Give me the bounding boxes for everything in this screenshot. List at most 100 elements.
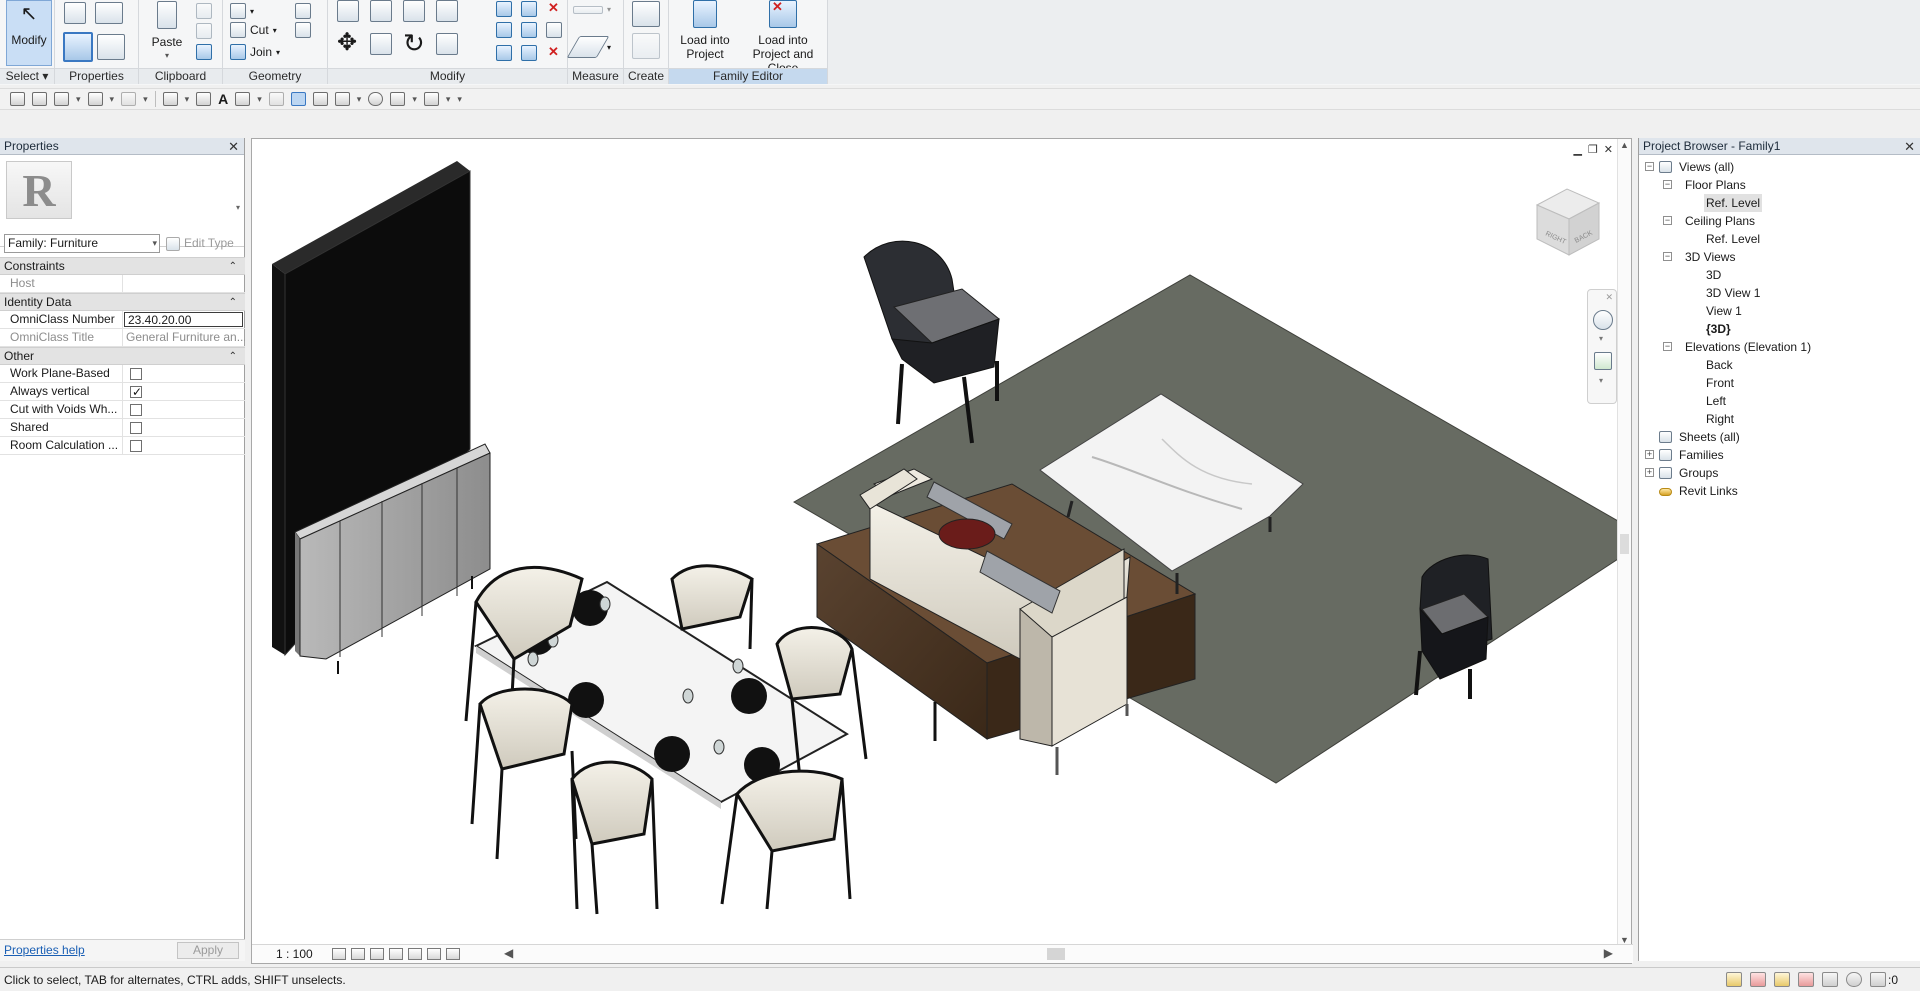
trim-extend-icon[interactable] <box>436 33 458 55</box>
cut-with-voids-checkbox[interactable] <box>130 404 142 416</box>
trim-single-icon[interactable] <box>521 45 537 61</box>
collapse-icon[interactable]: − <box>1663 342 1672 351</box>
select-by-face-icon[interactable] <box>1797 972 1814 987</box>
collapse-icon[interactable]: ⌃ <box>229 258 237 275</box>
hide-icon[interactable] <box>368 92 384 106</box>
collapse-icon[interactable]: ⌃ <box>229 348 237 365</box>
sync-icon[interactable] <box>54 92 69 106</box>
tree-node-groups[interactable]: + Groups <box>1639 464 1920 482</box>
move-icon[interactable]: ✥ <box>337 31 359 55</box>
unpin-icon[interactable] <box>546 0 562 17</box>
trim-multi-icon[interactable] <box>496 45 512 61</box>
group-constraints[interactable]: Constraints ⌃ <box>0 257 245 275</box>
expand-icon[interactable]: + <box>1645 468 1654 477</box>
family-filter-select[interactable]: Family: Furniture ▾ <box>4 234 160 253</box>
select-dropdown[interactable]: Select ▾ <box>0 68 54 84</box>
paint-icon[interactable] <box>295 22 311 38</box>
create-group-icon[interactable] <box>632 33 660 59</box>
close-icon[interactable]: ✕ <box>1605 292 1613 303</box>
collapse-icon[interactable]: ⌃ <box>229 294 237 311</box>
redo-icon[interactable] <box>121 92 137 106</box>
restore-icon[interactable]: ❐ <box>1588 143 1598 156</box>
temporary-hide-icon[interactable] <box>446 948 460 960</box>
type-properties-icon[interactable] <box>64 2 86 24</box>
family-parameters-icon[interactable] <box>97 34 125 60</box>
undo-icon[interactable] <box>87 92 103 106</box>
collapse-icon[interactable]: − <box>1663 216 1672 225</box>
dining-chair[interactable] <box>720 769 852 910</box>
room-calculation-checkbox[interactable] <box>130 440 142 452</box>
edit-type-button[interactable]: Edit Type <box>166 235 234 252</box>
viewcube[interactable]: RIGHT BACK <box>1529 185 1607 257</box>
join-button[interactable]: Join ▾ <box>230 44 280 60</box>
tree-node-floor-plans[interactable]: − Floor Plans <box>1639 176 1920 194</box>
close-hidden-windows-icon[interactable] <box>312 92 328 106</box>
tree-node-sheets[interactable]: Sheets (all) <box>1639 428 1920 446</box>
tree-node-floor-plan-ref-level[interactable]: Ref. Level <box>1639 194 1920 212</box>
select-underlay-icon[interactable] <box>1749 972 1766 987</box>
dining-chair[interactable] <box>470 687 578 860</box>
split-gap-icon[interactable] <box>521 1 537 17</box>
visual-style-icon[interactable] <box>351 948 365 960</box>
tree-node-back[interactable]: Back <box>1639 356 1920 374</box>
mirror-draw-icon[interactable] <box>436 0 458 22</box>
tree-node-3d-view-1[interactable]: 3D View 1 <box>1639 284 1920 302</box>
group-other[interactable]: Other ⌃ <box>0 347 245 365</box>
create-similar-icon[interactable] <box>632 1 660 27</box>
mirror-axis-icon[interactable] <box>403 0 425 22</box>
drag-elements-icon[interactable] <box>1821 972 1838 987</box>
property-value[interactable] <box>123 275 245 292</box>
chevron-down-icon[interactable]: ▾ <box>1599 376 1603 385</box>
cut-icon[interactable] <box>196 3 212 19</box>
omniclass-number-field[interactable]: 23.40.20.00 <box>124 312 243 327</box>
measure-qat-icon[interactable] <box>162 92 178 106</box>
collapse-icon[interactable]: − <box>1645 162 1654 171</box>
dining-chair[interactable] <box>570 760 659 915</box>
tree-node-view-1[interactable]: View 1 <box>1639 302 1920 320</box>
collapse-icon[interactable]: − <box>1663 252 1672 261</box>
render-icon[interactable] <box>408 948 422 960</box>
offset-icon[interactable] <box>370 0 392 22</box>
tree-node-ceiling-plan-ref-level[interactable]: Ref. Level <box>1639 230 1920 248</box>
tree-node-left[interactable]: Left <box>1639 392 1920 410</box>
select-links-icon[interactable] <box>1725 972 1742 987</box>
array-icon[interactable] <box>496 22 512 38</box>
load-into-project-button[interactable]: Load into Project <box>672 0 738 61</box>
text-tool-icon[interactable]: A <box>218 91 228 107</box>
load-into-project-close-button[interactable]: Load into Project and Close <box>739 0 827 75</box>
copy-element-icon[interactable] <box>370 33 392 55</box>
apply-button[interactable]: Apply <box>177 942 239 959</box>
chevron-down-icon[interactable]: ▾ <box>236 203 240 212</box>
scroll-right-icon[interactable]: ▶ <box>1604 946 1613 960</box>
close-icon[interactable]: ✕ <box>1604 143 1613 156</box>
tree-node-3d-views[interactable]: − 3D Views <box>1639 248 1920 266</box>
tree-node-views-all[interactable]: − Views (all) <box>1639 158 1920 176</box>
chevron-down-icon[interactable]: ▾ <box>1599 334 1603 343</box>
rotate-icon[interactable]: ↻ <box>403 30 425 56</box>
tree-node-current-3d[interactable]: {3D} <box>1639 320 1920 338</box>
cut-geometry-button[interactable]: Cut ▾ <box>230 22 277 38</box>
scroll-left-icon[interactable]: ◀ <box>504 946 513 960</box>
delete-icon[interactable] <box>546 44 562 61</box>
detail-level-icon[interactable] <box>332 948 346 960</box>
customize-toolbar-icon[interactable]: ▾ <box>457 94 462 105</box>
expand-icon[interactable]: + <box>1645 450 1654 459</box>
tree-node-front[interactable]: Front <box>1639 374 1920 392</box>
open-icon[interactable] <box>10 92 25 106</box>
paste-button[interactable]: Paste ▾ <box>149 0 185 63</box>
group-identity-data[interactable]: Identity Data ⌃ <box>0 293 245 311</box>
copy-icon[interactable] <box>196 23 212 39</box>
family-category-icon[interactable] <box>63 32 93 62</box>
scroll-up-icon[interactable]: ▲ <box>1620 140 1629 150</box>
collapse-icon[interactable]: − <box>1663 180 1672 189</box>
close-icon[interactable]: ✕ <box>1904 138 1915 155</box>
always-vertical-checkbox[interactable] <box>130 384 142 400</box>
tree-node-elevations[interactable]: − Elevations (Elevation 1) <box>1639 338 1920 356</box>
tree-node-3d[interactable]: 3D <box>1639 266 1920 284</box>
steering-wheel-icon[interactable] <box>1593 310 1613 330</box>
horizontal-scroll-thumb[interactable] <box>1047 948 1065 960</box>
properties-help-link[interactable]: Properties help <box>4 943 85 957</box>
background-process-icon[interactable] <box>1845 972 1862 987</box>
section-icon[interactable] <box>268 92 284 106</box>
view-scale[interactable]: 1 : 100 <box>276 947 313 961</box>
